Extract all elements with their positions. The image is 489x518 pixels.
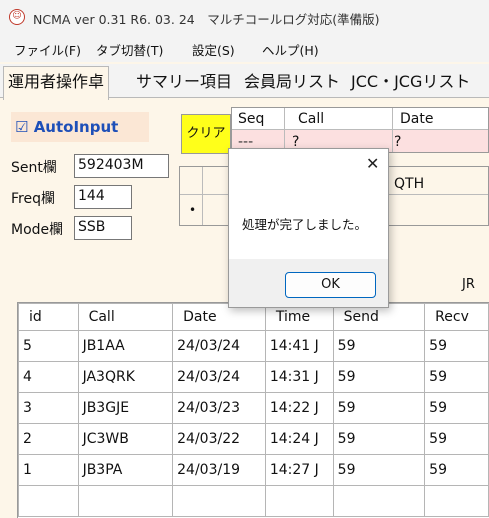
freq-label: Freq欄 [11,191,55,207]
sent-field[interactable]: 592403M [74,154,169,178]
cell-send[interactable]: 59 [332,423,426,455]
clear-button[interactable]: クリア [181,114,231,154]
cell-call[interactable]: JC3WB [77,423,174,455]
cell-id[interactable]: 2 [18,423,79,455]
sent-label: Sent欄 [11,160,57,176]
ok-button[interactable]: OK [285,272,376,298]
window-title: NCMA ver 0.31 R6. 03. 24 マルチコールログ対応(準備版) [33,12,380,27]
cell-date[interactable]: 24/03/23 [172,392,266,424]
log-table: id Call Date Time Send Recv 5 JB1AA 24/0… [17,302,489,518]
table-row[interactable]: 5 JB1AA 24/03/24 14:41 J 59 59 [18,330,489,362]
cell-recv[interactable]: 59 [424,454,489,486]
app-icon: ☺ [9,9,25,25]
cell-send[interactable]: 59 [332,392,426,424]
date-header: Date [400,111,434,127]
menu-settings[interactable]: 設定(S) [192,40,235,59]
close-icon[interactable]: ✕ [366,154,379,173]
cell-id[interactable]: 5 [18,330,79,362]
row-indicator-icon: • [189,203,197,217]
mode-label: Mode欄 [11,222,64,238]
cell-id[interactable]: 4 [18,361,79,393]
menu-file[interactable]: ファイル(F) [14,40,81,59]
col-call-header[interactable]: Call [77,303,174,331]
tab-summary-items[interactable]: サマリー項目 [136,67,232,98]
cell-date[interactable]: 24/03/24 [172,361,266,393]
cell-send[interactable]: 59 [332,454,426,486]
cell-recv[interactable]: 59 [424,361,489,393]
tab-jcc-jcg-list[interactable]: JCC・JCGリスト [351,67,470,98]
autoinput-label: AutoInput [33,118,119,136]
cell-recv[interactable]: 59 [424,392,489,424]
cell-time[interactable]: 14:22 J [264,392,334,424]
table-row[interactable]: 4 JA3QRK 24/03/24 14:31 J 59 59 [18,361,489,393]
cell-date[interactable]: 24/03/22 [172,423,266,455]
autoinput-checkbox[interactable]: ☑ AutoInput [11,112,149,142]
table-row[interactable]: 2 JC3WB 24/03/22 14:24 J 59 59 [18,423,489,455]
cell-date[interactable]: 24/03/19 [172,454,266,486]
table-row[interactable]: 1 JB3PA 24/03/19 14:27 J 59 59 [18,454,489,486]
cell-recv[interactable]: 59 [424,423,489,455]
cell-time[interactable]: 14:24 J [264,423,334,455]
cell-send[interactable]: 59 [332,361,426,393]
cell-date[interactable]: 24/03/24 [172,330,266,362]
cell-call[interactable]: JB1AA [77,330,174,362]
call-header: Call [298,111,325,127]
seq-header: Seq [238,111,265,127]
dialog-message: 処理が完了しました。 [242,217,368,232]
tab-operator-console[interactable]: 運用者操作卓 [3,66,110,100]
freq-field[interactable]: 144 [74,185,132,209]
cell-time[interactable]: 14:41 J [264,330,334,362]
cell-id[interactable]: 1 [18,454,79,486]
col-recv-header[interactable]: Recv [424,303,489,331]
cell-time[interactable]: 14:27 J [264,454,334,486]
cell-call[interactable]: JB3PA [77,454,174,486]
col-id-header[interactable]: id [18,303,79,331]
table-row-empty[interactable] [18,485,489,517]
cell-time[interactable]: 14:31 J [264,361,334,393]
tab-member-list[interactable]: 会員局リスト [244,67,340,98]
mode-field[interactable]: SSB [74,216,132,240]
cell-call[interactable]: JB3GJE [77,392,174,424]
qth-header: QTH [394,176,425,192]
cell-recv[interactable]: 59 [424,330,489,362]
cell-send[interactable]: 59 [332,330,426,362]
cell-id[interactable]: 3 [18,392,79,424]
checkbox-checked-icon: ☑ [15,118,29,136]
qso-input-grid [231,107,489,153]
date-cell[interactable]: ? [394,134,401,150]
menu-help[interactable]: ヘルプ(H) [262,40,319,59]
jr-label: JR [462,277,475,292]
menu-tab-switch[interactable]: タブ切替(T) [96,40,163,59]
table-row[interactable]: 3 JB3GJE 24/03/23 14:22 J 59 59 [18,392,489,424]
cell-call[interactable]: JA3QRK [77,361,174,393]
